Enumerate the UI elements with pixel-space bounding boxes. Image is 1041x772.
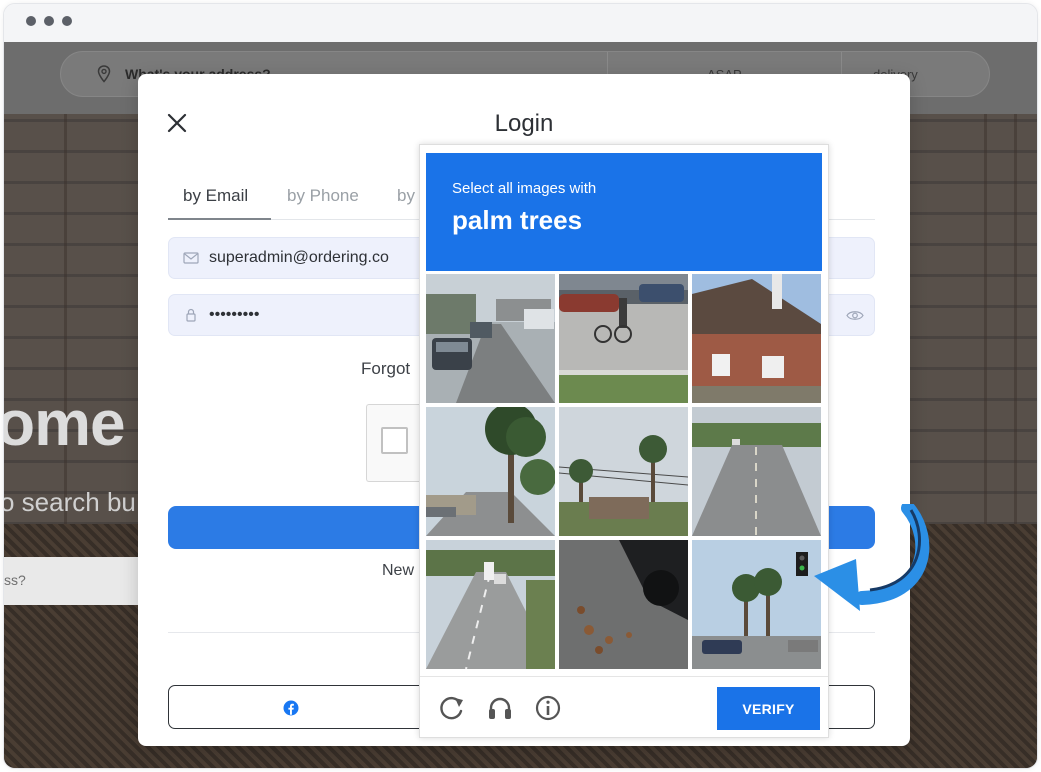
signup-prompt: New <box>382 562 415 579</box>
house-image <box>692 274 821 403</box>
recaptcha-checkbox[interactable] <box>381 427 408 454</box>
tab-by-email[interactable]: by Email <box>183 186 248 206</box>
recaptcha-target: palm trees <box>452 205 583 235</box>
window-dot[interactable] <box>44 16 54 26</box>
window-dot[interactable] <box>62 16 72 26</box>
captcha-tile-palm-street[interactable] <box>426 407 555 536</box>
hero-subtitle: o search bu <box>4 487 136 517</box>
forgot-password-link[interactable]: Forgot <box>361 359 410 379</box>
map-pin-icon <box>97 65 111 83</box>
highway-image <box>426 540 555 669</box>
street-image <box>426 274 555 403</box>
tab-by-phone[interactable]: by Phone <box>287 186 359 206</box>
recaptcha-image-grid <box>426 274 822 670</box>
recaptcha-checkbox-widget <box>366 404 426 482</box>
captcha-tile-empty-road[interactable] <box>692 407 821 536</box>
car-leaves-image <box>559 540 688 669</box>
captcha-tile-street-cars[interactable] <box>426 274 555 403</box>
browser-title-bar <box>4 4 1037 42</box>
info-icon[interactable] <box>534 694 562 722</box>
tab-by-other[interactable]: by <box>397 186 415 206</box>
hero-input-placeholder: ss? <box>4 572 26 588</box>
captcha-tile-car-leaves[interactable] <box>559 540 688 669</box>
captcha-tile-traffic-light-palms[interactable] <box>692 540 821 669</box>
palm-street-image <box>426 407 555 536</box>
active-tab-indicator <box>168 218 271 220</box>
recaptcha-instruction: Select all images with <box>452 180 597 197</box>
eye-icon[interactable] <box>846 309 864 322</box>
browser-window: What's your address? ASAP delivery ome o… <box>3 3 1038 769</box>
captcha-tile-highway[interactable] <box>426 540 555 669</box>
recaptcha-header: Select all images with palm trees <box>426 153 822 271</box>
lock-icon <box>186 308 196 322</box>
empty-road-image <box>692 407 821 536</box>
modal-title: Login <box>494 110 554 137</box>
envelope-icon <box>183 252 199 264</box>
captcha-tile-palm-powerlines[interactable] <box>559 407 688 536</box>
window-dot[interactable] <box>26 16 36 26</box>
traffic-light-image <box>692 540 821 669</box>
reload-icon[interactable] <box>438 694 466 722</box>
audio-icon[interactable] <box>486 694 514 722</box>
recaptcha-footer: VERIFY <box>420 676 828 737</box>
captcha-tile-parking-lot[interactable] <box>559 274 688 403</box>
hero-heading: ome <box>4 387 126 459</box>
captcha-tile-brick-house[interactable] <box>692 274 821 403</box>
palm-powerlines-image <box>559 407 688 536</box>
email-input[interactable] <box>209 238 439 278</box>
password-input[interactable] <box>209 295 439 335</box>
parking-lot-image <box>559 274 688 403</box>
curved-arrow-icon <box>814 504 930 611</box>
recaptcha-challenge: Select all images with palm trees VERIFY <box>419 144 829 738</box>
hero-address-input[interactable]: ss? <box>4 557 144 605</box>
facebook-icon <box>283 700 299 716</box>
verify-button[interactable]: VERIFY <box>717 687 820 730</box>
